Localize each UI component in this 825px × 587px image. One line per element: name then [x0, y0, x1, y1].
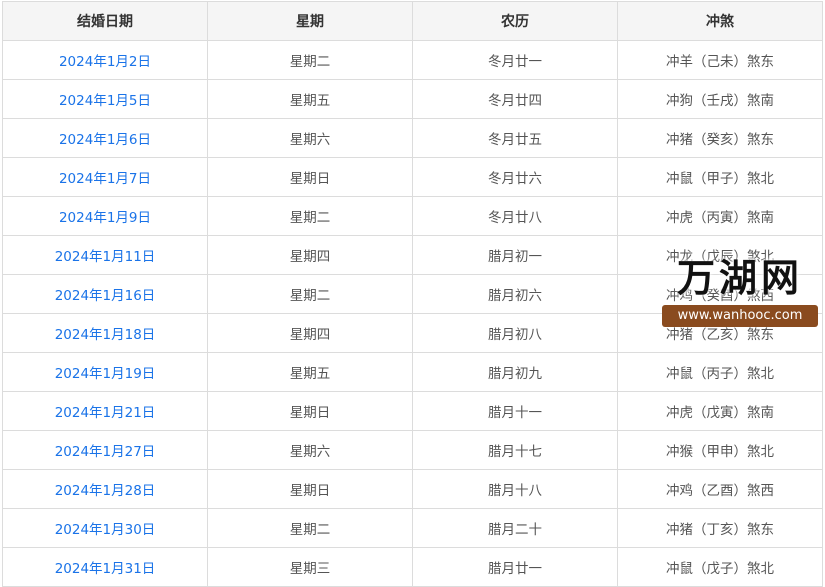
cell-date: 2024年1月27日 [2, 430, 208, 470]
cell-clash: 冲虎（丙寅）煞南 [617, 196, 823, 236]
cell-lunar-date: 腊月十一 [412, 391, 618, 431]
cell-weekday: 星期五 [207, 79, 413, 119]
table-row: 2024年1月31日 星期三 腊月廿一 冲鼠（戊子）煞北 [2, 547, 823, 587]
date-link[interactable]: 2024年1月2日 [59, 54, 151, 70]
cell-date: 2024年1月6日 [2, 118, 208, 158]
header-wedding-date: 结婚日期 [2, 1, 208, 41]
date-link[interactable]: 2024年1月18日 [55, 327, 156, 343]
cell-clash: 冲虎（戊寅）煞南 [617, 391, 823, 431]
watermark-logo: 万湖网 www.wanhooc.com [662, 255, 818, 329]
header-lunar-date: 农历 [412, 1, 618, 41]
cell-clash: 冲鼠（甲子）煞北 [617, 157, 823, 197]
cell-date: 2024年1月9日 [2, 196, 208, 236]
table-row: 2024年1月19日 星期五 腊月初九 冲鼠（丙子）煞北 [2, 352, 823, 392]
table-row: 2024年1月5日 星期五 冬月廿四 冲狗（壬戌）煞南 [2, 79, 823, 119]
cell-date: 2024年1月28日 [2, 469, 208, 509]
date-link[interactable]: 2024年1月30日 [55, 522, 156, 538]
cell-clash: 冲猪（癸亥）煞东 [617, 118, 823, 158]
cell-weekday: 星期三 [207, 547, 413, 587]
cell-lunar-date: 腊月十七 [412, 430, 618, 470]
cell-lunar-date: 冬月廿六 [412, 157, 618, 197]
table-row: 2024年1月27日 星期六 腊月十七 冲猴（甲申）煞北 [2, 430, 823, 470]
date-link[interactable]: 2024年1月28日 [55, 483, 156, 499]
date-link[interactable]: 2024年1月6日 [59, 132, 151, 148]
cell-clash: 冲鼠（丙子）煞北 [617, 352, 823, 392]
cell-weekday: 星期六 [207, 430, 413, 470]
cell-date: 2024年1月11日 [2, 235, 208, 275]
date-link[interactable]: 2024年1月16日 [55, 288, 156, 304]
table-header-row: 结婚日期 星期 农历 冲煞 [2, 1, 823, 41]
cell-lunar-date: 腊月初一 [412, 235, 618, 275]
table-row: 2024年1月30日 星期二 腊月二十 冲猪（丁亥）煞东 [2, 508, 823, 548]
cell-date: 2024年1月30日 [2, 508, 208, 548]
cell-lunar-date: 冬月廿四 [412, 79, 618, 119]
cell-date: 2024年1月2日 [2, 40, 208, 80]
cell-date: 2024年1月16日 [2, 274, 208, 314]
table-row: 2024年1月2日 星期二 冬月廿一 冲羊（己未）煞东 [2, 40, 823, 80]
cell-weekday: 星期二 [207, 508, 413, 548]
cell-lunar-date: 腊月十八 [412, 469, 618, 509]
cell-weekday: 星期二 [207, 40, 413, 80]
cell-lunar-date: 冬月廿一 [412, 40, 618, 80]
date-link[interactable]: 2024年1月7日 [59, 171, 151, 187]
table-row: 2024年1月21日 星期日 腊月十一 冲虎（戊寅）煞南 [2, 391, 823, 431]
watermark-title: 万湖网 [676, 255, 803, 300]
cell-date: 2024年1月7日 [2, 157, 208, 197]
date-link[interactable]: 2024年1月19日 [55, 366, 156, 382]
cell-date: 2024年1月31日 [2, 547, 208, 587]
table-row: 2024年1月6日 星期六 冬月廿五 冲猪（癸亥）煞东 [2, 118, 823, 158]
cell-clash: 冲羊（己未）煞东 [617, 40, 823, 80]
cell-lunar-date: 腊月初六 [412, 274, 618, 314]
cell-weekday: 星期日 [207, 391, 413, 431]
table-row: 2024年1月28日 星期日 腊月十八 冲鸡（乙酉）煞西 [2, 469, 823, 509]
table-row: 2024年1月9日 星期二 冬月廿八 冲虎（丙寅）煞南 [2, 196, 823, 236]
date-link[interactable]: 2024年1月31日 [55, 561, 156, 577]
cell-clash: 冲狗（壬戌）煞南 [617, 79, 823, 119]
cell-weekday: 星期六 [207, 118, 413, 158]
header-clash: 冲煞 [617, 1, 823, 41]
cell-lunar-date: 冬月廿五 [412, 118, 618, 158]
cell-lunar-date: 腊月初八 [412, 313, 618, 353]
cell-weekday: 星期二 [207, 196, 413, 236]
table-row: 2024年1月7日 星期日 冬月廿六 冲鼠（甲子）煞北 [2, 157, 823, 197]
date-link[interactable]: 2024年1月9日 [59, 210, 151, 226]
date-link[interactable]: 2024年1月27日 [55, 444, 156, 460]
cell-weekday: 星期二 [207, 274, 413, 314]
cell-weekday: 星期日 [207, 157, 413, 197]
cell-weekday: 星期五 [207, 352, 413, 392]
cell-date: 2024年1月18日 [2, 313, 208, 353]
cell-clash: 冲猪（丁亥）煞东 [617, 508, 823, 548]
watermark-url: www.wanhooc.com [662, 305, 818, 327]
cell-weekday: 星期日 [207, 469, 413, 509]
cell-lunar-date: 腊月二十 [412, 508, 618, 548]
date-link[interactable]: 2024年1月5日 [59, 93, 151, 109]
date-link[interactable]: 2024年1月21日 [55, 405, 156, 421]
date-link[interactable]: 2024年1月11日 [55, 249, 156, 265]
cell-date: 2024年1月19日 [2, 352, 208, 392]
cell-clash: 冲鸡（乙酉）煞西 [617, 469, 823, 509]
cell-weekday: 星期四 [207, 313, 413, 353]
cell-clash: 冲猴（甲申）煞北 [617, 430, 823, 470]
cell-clash: 冲鼠（戊子）煞北 [617, 547, 823, 587]
cell-lunar-date: 腊月廿一 [412, 547, 618, 587]
cell-lunar-date: 冬月廿八 [412, 196, 618, 236]
cell-date: 2024年1月21日 [2, 391, 208, 431]
header-weekday: 星期 [207, 1, 413, 41]
cell-weekday: 星期四 [207, 235, 413, 275]
cell-date: 2024年1月5日 [2, 79, 208, 119]
cell-lunar-date: 腊月初九 [412, 352, 618, 392]
